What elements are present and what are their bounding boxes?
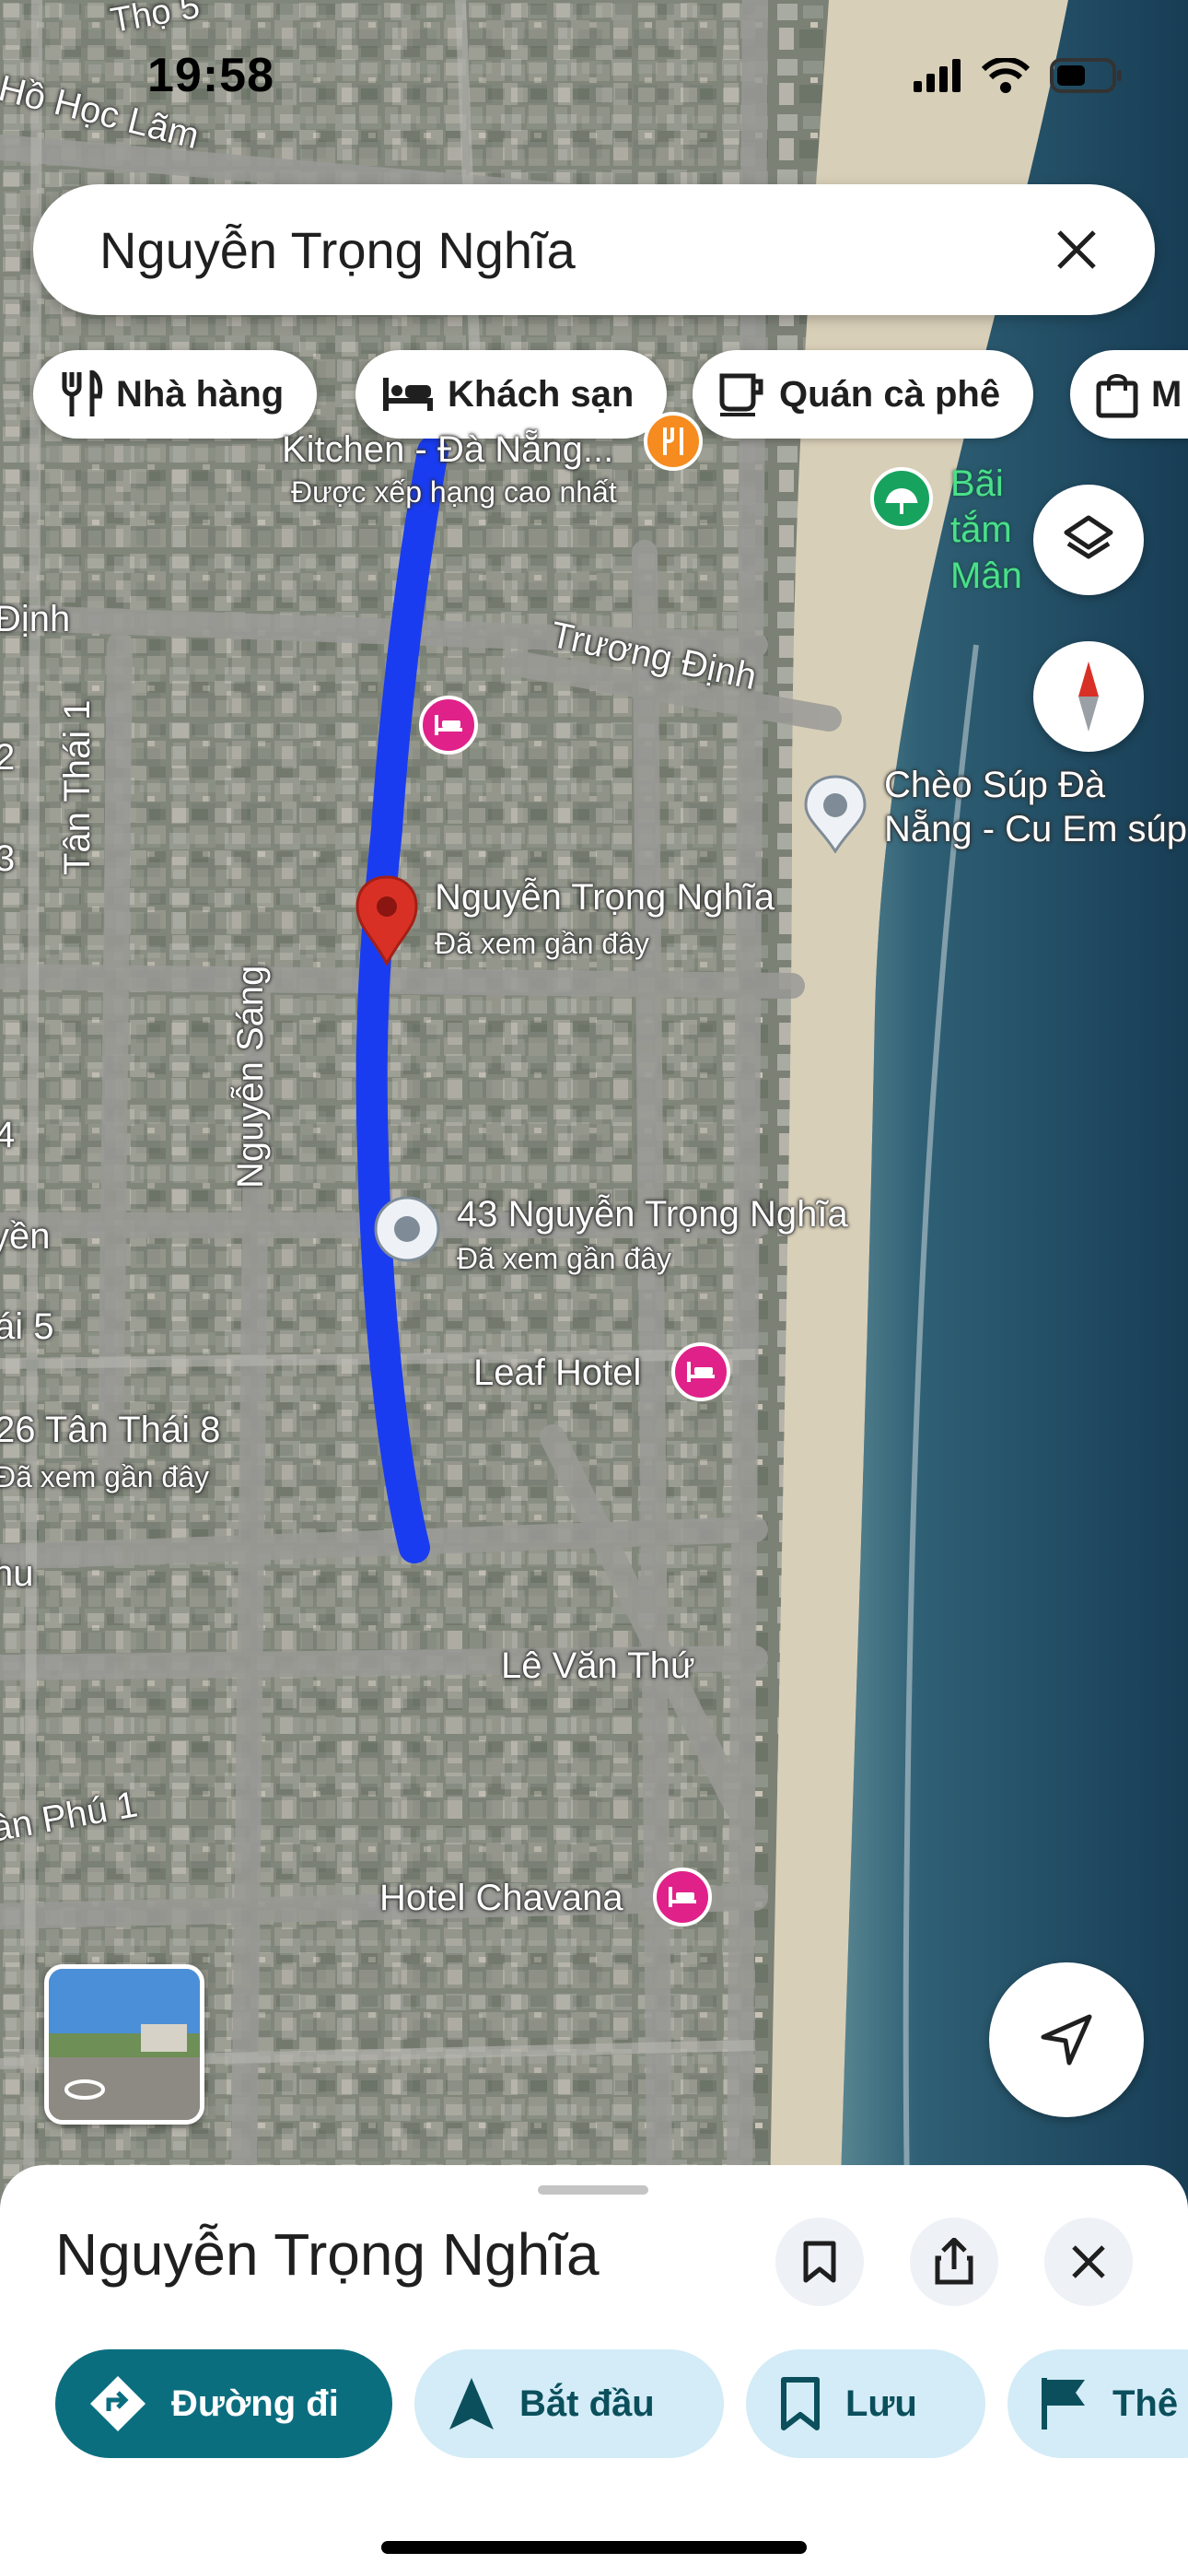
chip-coffee[interactable]: Quán cà phê: [693, 350, 1034, 439]
search-input[interactable]: Nguyễn Trọng Nghĩa: [99, 220, 1035, 280]
save-action-button[interactable]: Lưu: [746, 2349, 985, 2458]
flag-icon: [1042, 2378, 1085, 2430]
street-label: yền: [0, 1216, 51, 1257]
share-button[interactable]: [910, 2218, 998, 2306]
hotel-icon: [383, 378, 433, 411]
hotel-pin-icon[interactable]: [418, 695, 479, 755]
layers-button[interactable]: [1033, 485, 1144, 595]
close-icon: [1072, 2245, 1105, 2278]
street-label: Lê Văn Thứ: [501, 1645, 695, 1686]
save-button[interactable]: [775, 2218, 864, 2306]
compass-button[interactable]: [1033, 641, 1144, 752]
street-label: ái 5: [0, 1306, 54, 1347]
red-location-pin-icon[interactable]: [354, 873, 420, 966]
layers-icon: [1064, 515, 1113, 559]
navigation-arrow-icon: [1041, 2014, 1092, 2066]
compass-icon: [1078, 662, 1099, 732]
beach-pin-icon[interactable]: [869, 466, 934, 531]
cellular-signal-icon: [914, 59, 961, 92]
status-time: 19:58: [147, 49, 274, 102]
status-icons: [914, 57, 1124, 94]
action-label: Lưu: [845, 2383, 917, 2424]
street-label: 4: [0, 1115, 16, 1155]
chip-shopping[interactable]: M: [1070, 350, 1188, 439]
directions-button[interactable]: Đường đi: [55, 2349, 392, 2458]
search-bar[interactable]: Nguyễn Trọng Nghĩa: [33, 184, 1155, 315]
share-icon: [935, 2238, 973, 2285]
bookmark-icon: [803, 2241, 836, 2283]
wifi-icon: [982, 58, 1030, 93]
street-label: Định: [0, 599, 71, 639]
directions-icon: [90, 2376, 146, 2431]
place-name[interactable]: Kitchen - Đà Nẵng...: [282, 429, 613, 471]
sheet-handle[interactable]: [538, 2185, 648, 2195]
restaurant-icon: [62, 370, 103, 416]
street-label: hu: [0, 1553, 34, 1594]
battery-icon: [1050, 58, 1122, 93]
recent-place-pin-icon[interactable]: [372, 1194, 442, 1264]
street-label: 26 Tân Thái 8: [0, 1410, 221, 1450]
street-label: Nguyễn Sáng: [230, 965, 271, 1188]
place-name[interactable]: Chèo Súp Đà Nẵng - Cu Em súp: [884, 763, 1188, 851]
place-pin-icon[interactable]: [803, 774, 868, 853]
shopping-bag-icon: [1096, 374, 1138, 418]
place-name[interactable]: Leaf Hotel: [473, 1352, 641, 1394]
my-location-button[interactable]: [989, 1962, 1144, 2117]
chip-hotels[interactable]: Khách sạn: [355, 350, 668, 439]
bookmark-icon: [781, 2377, 820, 2430]
restaurant-pin-icon[interactable]: [643, 411, 704, 472]
chip-label: Quán cà phê: [779, 373, 1001, 415]
chip-label: Nhà hàng: [116, 373, 285, 415]
place-sub: Đã xem gần đây: [457, 1242, 672, 1275]
chip-label: Khách sạn: [448, 373, 635, 415]
rotate-360-icon: [64, 2079, 105, 2100]
hotel-pin-icon[interactable]: [652, 1867, 713, 1927]
place-sub: Được xếp hạng cao nhất: [291, 475, 617, 509]
start-button[interactable]: Bắt đầu: [414, 2349, 724, 2458]
navigation-arrow-icon: [449, 2378, 494, 2430]
hotel-pin-icon[interactable]: [670, 1341, 731, 1402]
place-sub: Đã xem gần đây: [0, 1460, 210, 1493]
chip-restaurants[interactable]: Nhà hàng: [33, 350, 318, 439]
action-label: Thê: [1112, 2383, 1179, 2424]
place-title: Nguyễn Trọng Nghĩa: [55, 2221, 600, 2288]
place-sub: Đã xem gần đây: [435, 927, 650, 960]
action-label: Bắt đầu: [519, 2383, 655, 2424]
street-view-thumbnail[interactable]: [44, 1964, 204, 2125]
close-sheet-button[interactable]: [1044, 2218, 1133, 2306]
action-label: Đường đi: [171, 2383, 339, 2424]
home-indicator[interactable]: [381, 2541, 807, 2554]
place-name[interactable]: Nguyễn Trọng Nghĩa: [435, 877, 775, 919]
coffee-icon: [719, 373, 763, 416]
street-label: Tân Thái 1: [57, 699, 98, 876]
street-label: 2: [0, 737, 16, 778]
chip-label: M: [1151, 373, 1182, 415]
place-name[interactable]: 43 Nguyễn Trọng Nghĩa: [457, 1194, 848, 1235]
close-icon[interactable]: [1035, 208, 1118, 291]
place-name[interactable]: Hotel Chavana: [379, 1878, 623, 1919]
street-label: 3: [0, 838, 16, 879]
add-label-button[interactable]: Thê: [1007, 2349, 1188, 2458]
